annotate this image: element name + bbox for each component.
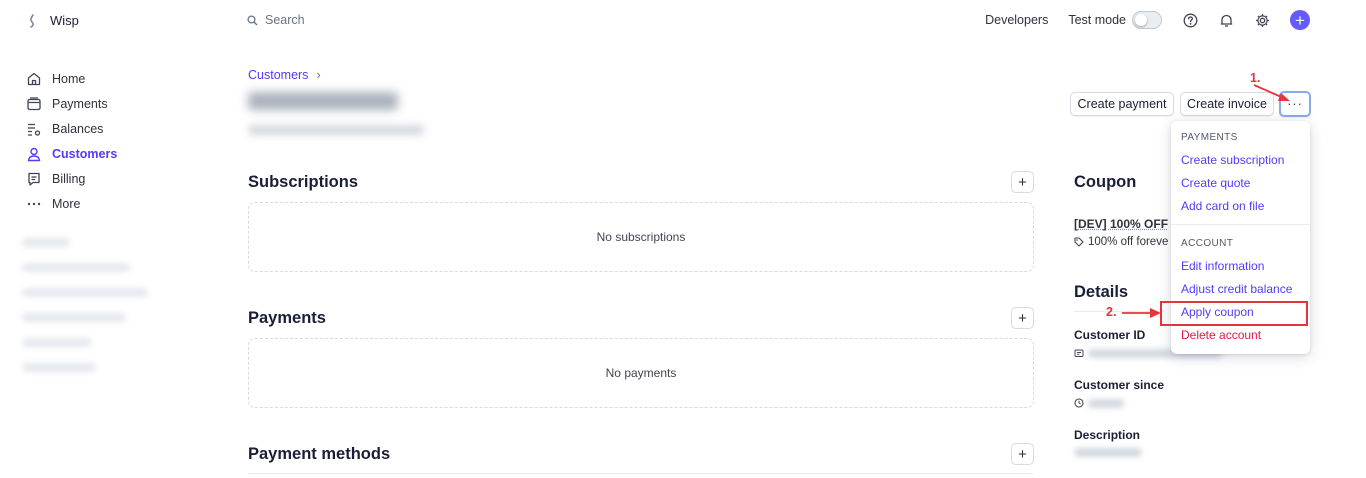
coupon-description-text: 100% off foreve (1088, 236, 1169, 248)
sidebar-item-label: Customers (52, 146, 118, 161)
customer-since-label: Customer since (1074, 378, 1165, 392)
test-mode-label: Test mode (1068, 13, 1126, 27)
annotation-step-2: 2. (1106, 305, 1117, 319)
customer-name-redacted (248, 92, 398, 110)
sidebar-item-label: Payments (52, 96, 108, 111)
coupon-description: 100% off foreve (1074, 236, 1168, 248)
payments-title: Payments (248, 309, 326, 327)
search-input[interactable]: Search (265, 13, 305, 27)
sidebar-item-label: More (52, 196, 81, 211)
menu-section-account: ACCOUNT (1181, 238, 1234, 249)
coupon-title: Coupon (1074, 173, 1137, 191)
menu-section-payments: PAYMENTS (1181, 132, 1238, 143)
payments-empty-text: No payments (605, 366, 677, 380)
search-bar[interactable]: Search (247, 13, 305, 27)
gear-icon[interactable] (1254, 12, 1270, 28)
description-redacted (1074, 448, 1142, 457)
add-payment-button[interactable]: + (1011, 307, 1034, 329)
add-payment-method-button[interactable]: + (1011, 443, 1034, 465)
billing-icon (28, 172, 40, 186)
divider (248, 473, 1034, 474)
help-icon[interactable] (1182, 12, 1198, 28)
create-payment-button[interactable]: Create payment (1070, 92, 1174, 116)
sidebar-item-more[interactable]: More (26, 191, 117, 216)
customer-email-redacted (248, 125, 424, 135)
subscriptions-title: Subscriptions (248, 173, 359, 191)
coupon-name[interactable]: [DEV] 100% OFF (1074, 217, 1168, 231)
wisp-logo-icon (30, 13, 34, 28)
add-subscription-button[interactable]: + (1011, 171, 1034, 193)
annotation-arrow-2-icon (1122, 308, 1161, 318)
topbar-actions: Developers Test mode + (985, 10, 1310, 30)
payment-methods-title: Payment methods (248, 445, 391, 463)
customer-id-label: Customer ID (1074, 328, 1146, 342)
tag-icon (1074, 237, 1084, 247)
app-name: Wisp (50, 13, 79, 28)
sidebar-item-balances[interactable]: Balances (26, 116, 117, 141)
sidebar-item-home[interactable]: Home (26, 66, 117, 91)
breadcrumb: Customers › (248, 68, 321, 82)
home-icon (27, 72, 41, 85)
developers-link[interactable]: Developers (985, 13, 1048, 27)
annotation-arrow-1-icon (1253, 84, 1290, 101)
test-mode-toggle[interactable] (1132, 11, 1162, 29)
clock-icon (1074, 398, 1084, 408)
chevron-right-icon: › (316, 68, 321, 82)
payments-empty-state: No payments (248, 338, 1034, 408)
details-title: Details (1074, 283, 1129, 301)
description-label: Description (1074, 428, 1141, 442)
menu-item-add-card[interactable]: Add card on file (1181, 199, 1264, 213)
sidebar-nav: Home Payments Balances Customers Billing… (26, 66, 117, 216)
more-icon (27, 202, 41, 205)
brand[interactable]: Wisp (28, 13, 79, 28)
subscriptions-empty-text: No subscriptions (596, 230, 686, 244)
subscriptions-empty-state: No subscriptions (248, 202, 1034, 272)
breadcrumb-customers-link[interactable]: Customers (248, 68, 308, 82)
menu-item-edit-information[interactable]: Edit information (1181, 259, 1264, 273)
menu-item-delete-account[interactable]: Delete account (1181, 328, 1261, 342)
create-new-icon[interactable]: + (1290, 10, 1310, 30)
sidebar-item-payments[interactable]: Payments (26, 91, 117, 116)
search-icon (247, 14, 258, 25)
sidebar-item-customers[interactable]: Customers (26, 141, 117, 166)
sidebar-item-label: Billing (52, 171, 86, 186)
bell-icon[interactable] (1218, 12, 1234, 28)
payments-icon (27, 96, 41, 110)
menu-item-create-subscription[interactable]: Create subscription (1181, 153, 1284, 167)
id-card-icon (1074, 349, 1084, 357)
customer-since-redacted (1088, 399, 1124, 408)
menu-item-create-quote[interactable]: Create quote (1181, 176, 1250, 190)
sidebar-item-billing[interactable]: Billing (26, 166, 117, 191)
sidebar-item-label: Balances (52, 121, 104, 136)
customers-icon (27, 147, 41, 161)
blurred-shortcuts (22, 238, 172, 378)
menu-divider (1171, 224, 1310, 225)
apply-coupon-highlight (1160, 301, 1308, 326)
menu-item-adjust-credit-balance[interactable]: Adjust credit balance (1181, 282, 1292, 296)
sidebar: Wisp Home Payments Balances Customers Bi… (0, 0, 214, 478)
sidebar-item-label: Home (52, 71, 86, 86)
balances-icon (28, 123, 41, 136)
test-mode-control[interactable]: Test mode (1068, 11, 1162, 29)
